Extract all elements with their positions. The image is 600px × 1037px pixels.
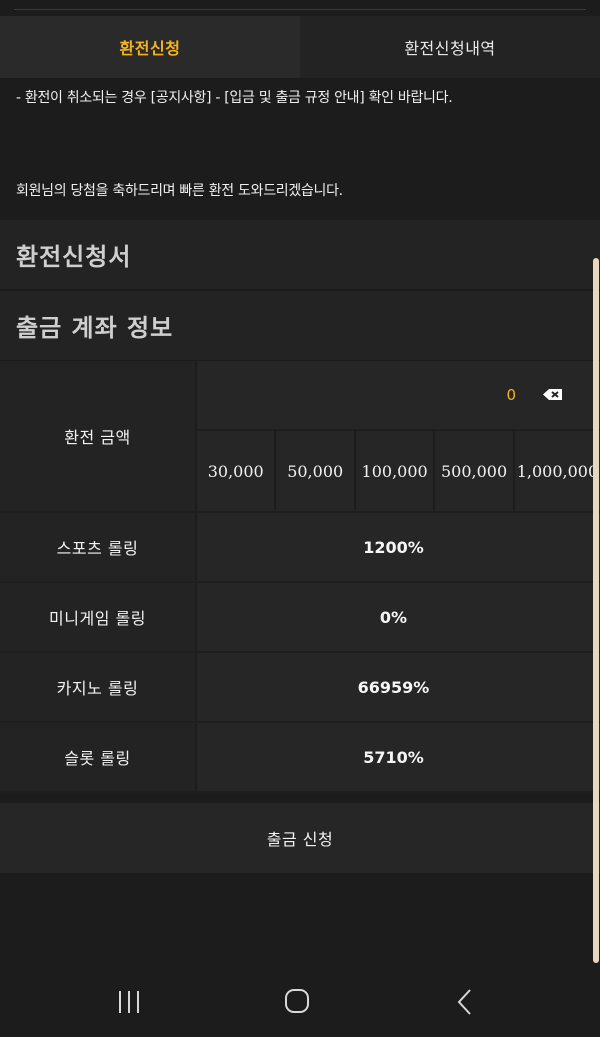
withdrawal-page: 환전신청 환전신청내역 - 환전이 취소되는 경우 [공지사항] - [입금 및… (0, 0, 600, 1037)
account-info-title: 출금 계좌 정보 (16, 314, 174, 342)
amount-button-500000[interactable]: 500,000 (435, 431, 515, 511)
rolling-row-sports: 스포츠 롤링 1200% (0, 513, 600, 583)
rolling-value-cell: 66959% (195, 653, 600, 721)
tab-withdrawal-request[interactable]: 환전신청 (0, 16, 300, 78)
amount-row: 환전 금액 0 30,000 50,000 100,000 500,000 1,… (0, 361, 600, 513)
rolling-value-cell: 5710% (195, 723, 600, 791)
status-bar (0, 0, 600, 16)
notice-box: - 환전이 취소되는 경우 [공지사항] - [입금 및 출금 규정 안내] 확… (0, 78, 600, 220)
amount-value[interactable]: 0 (506, 386, 516, 404)
rolling-label: 카지노 롤링 (0, 653, 195, 721)
tab-bar: 환전신청 환전신청내역 (0, 16, 600, 78)
rolling-row-slot: 슬롯 롤링 5710% (0, 723, 600, 793)
withdrawal-form-table: 환전 금액 0 30,000 50,000 100,000 500,000 1,… (0, 361, 600, 793)
scrollbar[interactable] (593, 258, 599, 963)
rolling-label: 스포츠 롤링 (0, 513, 195, 581)
form-title-bar: 환전신청서 (0, 220, 600, 291)
amount-button-50000[interactable]: 50,000 (276, 431, 356, 511)
rolling-label: 미니게임 롤링 (0, 583, 195, 651)
rolling-value: 0% (379, 607, 408, 627)
form-title: 환전신청서 (16, 243, 132, 271)
amount-display: 0 (197, 361, 600, 431)
system-nav-bar (0, 967, 600, 1037)
amount-button-1000000[interactable]: 1,000,000 (515, 431, 600, 511)
notice-line-congrats: 회원님의 당첨을 축하드리며 빠른 환전 도와드리겠습니다. (16, 183, 343, 199)
home-icon[interactable] (277, 987, 317, 1017)
rolling-value-cell: 0% (195, 583, 600, 651)
amount-button-30000[interactable]: 30,000 (197, 431, 277, 511)
amount-cell: 0 30,000 50,000 100,000 500,000 1,000,00… (195, 361, 600, 511)
rolling-value: 1200% (363, 537, 424, 557)
quick-amount-buttons: 30,000 50,000 100,000 500,000 1,000,000 (197, 431, 600, 511)
status-divider (14, 9, 586, 10)
withdraw-submit-button[interactable]: 출금 신청 (0, 803, 600, 873)
rolling-value: 66959% (357, 677, 430, 697)
notice-line-cancel: - 환전이 취소되는 경우 [공지사항] - [입금 및 출금 규정 안내] 확… (16, 90, 453, 106)
tab-withdrawal-history[interactable]: 환전신청내역 (300, 16, 600, 78)
recent-apps-icon[interactable] (109, 987, 149, 1017)
amount-label: 환전 금액 (0, 361, 195, 511)
amount-button-100000[interactable]: 100,000 (356, 431, 436, 511)
back-icon[interactable] (445, 987, 485, 1017)
rolling-row-minigame: 미니게임 롤링 0% (0, 583, 600, 653)
rolling-value: 5710% (363, 747, 424, 767)
rolling-label: 슬롯 롤링 (0, 723, 195, 791)
eraser-icon[interactable] (542, 386, 564, 404)
account-info-title-bar: 출금 계좌 정보 (0, 291, 600, 362)
rolling-value-cell: 1200% (195, 513, 600, 581)
rolling-row-casino: 카지노 롤링 66959% (0, 653, 600, 723)
